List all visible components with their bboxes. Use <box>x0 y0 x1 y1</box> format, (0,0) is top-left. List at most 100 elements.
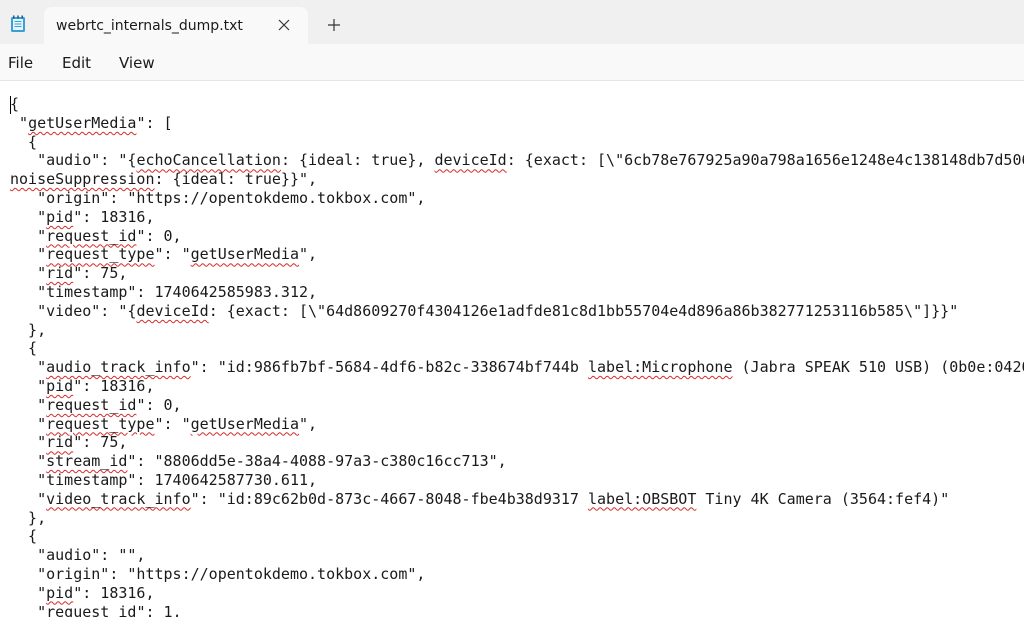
text-line: "origin": "https://opentokdemo.tokbox.co… <box>10 189 1024 208</box>
text-segment: "origin": "https://opentokdemo.tokbox.co… <box>10 188 426 207</box>
spellcheck-token: getUserMedia <box>190 245 299 264</box>
text-segment: { <box>10 339 38 358</box>
menu-bar: File Edit View <box>0 44 1024 80</box>
document-text: { "getUserMedia": [ { "audio": "{echoCan… <box>10 95 1024 617</box>
spellcheck-token: pid <box>46 207 74 226</box>
menu-file[interactable]: File <box>8 54 33 72</box>
tab-bar: webrtc_internals_dump.txt <box>0 0 1024 44</box>
menu-edit[interactable]: Edit <box>62 54 91 72</box>
tab-document[interactable]: webrtc_internals_dump.txt <box>44 7 308 44</box>
spellcheck-token: getUserMedia <box>28 113 137 132</box>
text-segment: ": 1, <box>136 602 182 617</box>
text-line: "getUserMedia": [ <box>10 114 1024 133</box>
text-segment: : {exact: [\"64d8609270f4304126e1adfde81… <box>208 301 959 320</box>
plus-icon[interactable] <box>326 17 342 33</box>
text-segment: ": 18316, <box>73 207 155 226</box>
text-line: "rid": 75, <box>10 433 1024 452</box>
text-segment: " <box>10 113 29 132</box>
text-line: "audio_track_info": "id:986fb7bf-5684-4d… <box>10 358 1024 377</box>
text-segment: " <box>10 433 47 452</box>
text-segment: ": " <box>154 245 191 264</box>
spellcheck-token: pid <box>46 583 74 602</box>
text-segment: { <box>10 95 20 113</box>
text-segment: " <box>10 358 47 377</box>
text-segment: ": "id:986fb7bf-5684-4df6-b82c-338674bf7… <box>190 358 588 377</box>
text-segment: ": [ <box>136 113 173 132</box>
text-line: "audio": "", <box>10 546 1024 565</box>
spellcheck-token: video_track_info <box>46 489 191 508</box>
text-segment: { <box>10 527 38 546</box>
text-segment: " <box>10 226 47 245</box>
text-segment: " <box>10 583 47 602</box>
spellcheck-token: request_type <box>46 414 155 433</box>
text-segment: "audio": "", <box>10 546 146 565</box>
text-segment: ": 75, <box>73 264 128 283</box>
text-segment: ", <box>299 414 318 433</box>
spellcheck-token: getUserMedia <box>190 414 299 433</box>
text-segment: " <box>10 207 47 226</box>
text-segment: ": 18316, <box>73 376 155 395</box>
spellcheck-token: rid <box>46 264 74 283</box>
text-segment: Tiny 4K Camera (3564:fef4)" <box>696 489 950 508</box>
text-segment: "audio": "{ <box>10 151 137 170</box>
text-segment: " <box>10 414 47 433</box>
text-segment: }, <box>10 320 47 339</box>
text-line: "pid": 18316, <box>10 208 1024 227</box>
spellcheck-token: noiseSuppression <box>10 170 155 189</box>
text-segment: (Jabra SPEAK 510 USB) (0b0e:0420)" <box>732 358 1024 377</box>
text-segment: "video": "{ <box>10 301 137 320</box>
text-segment: " <box>10 264 47 283</box>
text-line: "request_type": "getUserMedia", <box>10 245 1024 264</box>
text-segment: ": 75, <box>73 433 128 452</box>
text-segment: : {exact: [\"6cb78e767925a90a798a1656e12… <box>506 151 1024 170</box>
text-line: "request_id": 0, <box>10 396 1024 415</box>
text-segment: ": " <box>154 414 191 433</box>
text-line: }, <box>10 509 1024 528</box>
text-cursor <box>10 96 11 114</box>
text-segment: " <box>10 452 47 471</box>
text-line: "origin": "https://opentokdemo.tokbox.co… <box>10 565 1024 584</box>
spellcheck-token: deviceId <box>136 301 209 320</box>
text-line: { <box>10 95 1024 114</box>
text-segment: "timestamp": 1740642587730.611, <box>10 470 318 489</box>
text-segment: ": 0, <box>136 395 182 414</box>
text-line: "stream_id": "8806dd5e-38a4-4088-97a3-c3… <box>10 452 1024 471</box>
text-segment: ": 18316, <box>73 583 155 602</box>
spellcheck-token: request_id <box>46 602 137 617</box>
text-segment: " <box>10 395 47 414</box>
text-segment: { <box>10 132 38 151</box>
text-line: "audio": "{echoCancellation: {ideal: tru… <box>10 151 1024 170</box>
spellcheck-token: request_type <box>46 245 155 264</box>
text-editor[interactable]: { "getUserMedia": [ { "audio": "{echoCan… <box>0 81 1024 617</box>
text-line: { <box>10 133 1024 152</box>
text-segment: " <box>10 602 47 617</box>
text-segment: }, <box>10 508 47 527</box>
text-segment: ": 0, <box>136 226 182 245</box>
text-segment: " <box>10 489 47 508</box>
menu-view[interactable]: View <box>119 54 155 72</box>
spellcheck-token: label:Microphone <box>587 358 733 377</box>
text-segment: "timestamp": 1740642585983.312, <box>10 282 318 301</box>
tab-title: webrtc_internals_dump.txt <box>56 18 243 34</box>
notepad-icon <box>10 15 26 33</box>
text-segment: " <box>10 376 47 395</box>
text-line: "pid": 18316, <box>10 584 1024 603</box>
text-line: "video": "{deviceId: {exact: [\"64d86092… <box>10 302 1024 321</box>
text-segment: ", <box>299 245 318 264</box>
spellcheck-token: deviceId <box>434 151 507 170</box>
text-segment: "origin": "https://opentokdemo.tokbox.co… <box>10 564 426 583</box>
text-segment: ": "8806dd5e-38a4-4088-97a3-c380c16cc713… <box>127 452 507 471</box>
spellcheck-token: audio_track_info <box>46 358 191 377</box>
text-line: "video_track_info": "id:89c62b0d-873c-46… <box>10 490 1024 509</box>
spellcheck-token: label:OBSBOT <box>587 489 697 508</box>
text-line: "rid": 75, <box>10 264 1024 283</box>
spellcheck-token: rid <box>46 433 74 452</box>
spellcheck-token: request_id <box>46 395 137 414</box>
spellcheck-token: request_id <box>46 226 137 245</box>
text-segment: ": "id:89c62b0d-873c-4667-8048-fbe4b38d9… <box>190 489 588 508</box>
text-line: "request_id": 0, <box>10 227 1024 246</box>
close-icon[interactable] <box>276 17 292 33</box>
spellcheck-token: pid <box>46 376 74 395</box>
text-line: "request_id": 1, <box>10 603 1024 617</box>
spellcheck-token: echoCancellation <box>136 151 281 170</box>
